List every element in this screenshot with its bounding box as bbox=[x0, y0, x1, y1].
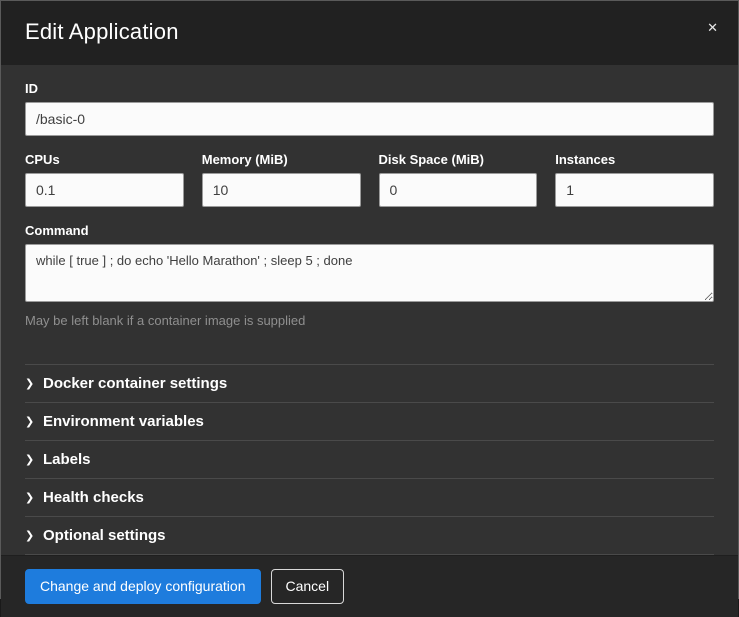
section-environment-variables[interactable]: ❯ Environment variables bbox=[25, 402, 714, 440]
close-icon[interactable]: ✕ bbox=[703, 17, 722, 38]
section-optional-settings[interactable]: ❯ Optional settings bbox=[25, 516, 714, 555]
modal-body: ID CPUs Memory (MiB) Disk Space (MiB) In… bbox=[1, 65, 738, 555]
section-label: Docker container settings bbox=[43, 375, 227, 392]
memory-label: Memory (MiB) bbox=[202, 152, 361, 167]
modal-header: Edit Application ✕ bbox=[1, 1, 738, 65]
chevron-right-icon: ❯ bbox=[25, 529, 43, 542]
memory-input[interactable] bbox=[202, 173, 361, 207]
cpus-field-group: CPUs bbox=[25, 152, 184, 207]
cpus-label: CPUs bbox=[25, 152, 184, 167]
section-docker-container-settings[interactable]: ❯ Docker container settings bbox=[25, 364, 714, 402]
instances-label: Instances bbox=[555, 152, 714, 167]
section-label: Optional settings bbox=[43, 527, 166, 544]
id-input[interactable] bbox=[25, 102, 714, 136]
disk-input[interactable] bbox=[379, 173, 538, 207]
edit-application-modal: Edit Application ✕ ID CPUs Memory (MiB) … bbox=[0, 0, 739, 599]
resources-row: CPUs Memory (MiB) Disk Space (MiB) Insta… bbox=[25, 152, 714, 207]
instances-input[interactable] bbox=[555, 173, 714, 207]
section-label: Environment variables bbox=[43, 413, 204, 430]
cpus-input[interactable] bbox=[25, 173, 184, 207]
modal-footer: Change and deploy configuration Cancel bbox=[1, 555, 738, 617]
section-label: Labels bbox=[43, 451, 91, 468]
disk-label: Disk Space (MiB) bbox=[379, 152, 538, 167]
id-label: ID bbox=[25, 81, 714, 96]
section-labels[interactable]: ❯ Labels bbox=[25, 440, 714, 478]
page-title: Edit Application bbox=[25, 19, 714, 45]
command-textarea[interactable]: while [ true ] ; do echo 'Hello Marathon… bbox=[25, 244, 714, 302]
section-health-checks[interactable]: ❯ Health checks bbox=[25, 478, 714, 516]
command-field-group: Command while [ true ] ; do echo 'Hello … bbox=[25, 223, 714, 328]
instances-field-group: Instances bbox=[555, 152, 714, 207]
chevron-right-icon: ❯ bbox=[25, 415, 43, 428]
disk-field-group: Disk Space (MiB) bbox=[379, 152, 538, 207]
id-field-group: ID bbox=[25, 81, 714, 136]
memory-field-group: Memory (MiB) bbox=[202, 152, 361, 207]
command-help-text: May be left blank if a container image i… bbox=[25, 313, 714, 328]
section-label: Health checks bbox=[43, 489, 144, 506]
collapsible-sections: ❯ Docker container settings ❯ Environmen… bbox=[25, 364, 714, 555]
chevron-right-icon: ❯ bbox=[25, 377, 43, 390]
chevron-right-icon: ❯ bbox=[25, 453, 43, 466]
chevron-right-icon: ❯ bbox=[25, 491, 43, 504]
command-label: Command bbox=[25, 223, 714, 238]
